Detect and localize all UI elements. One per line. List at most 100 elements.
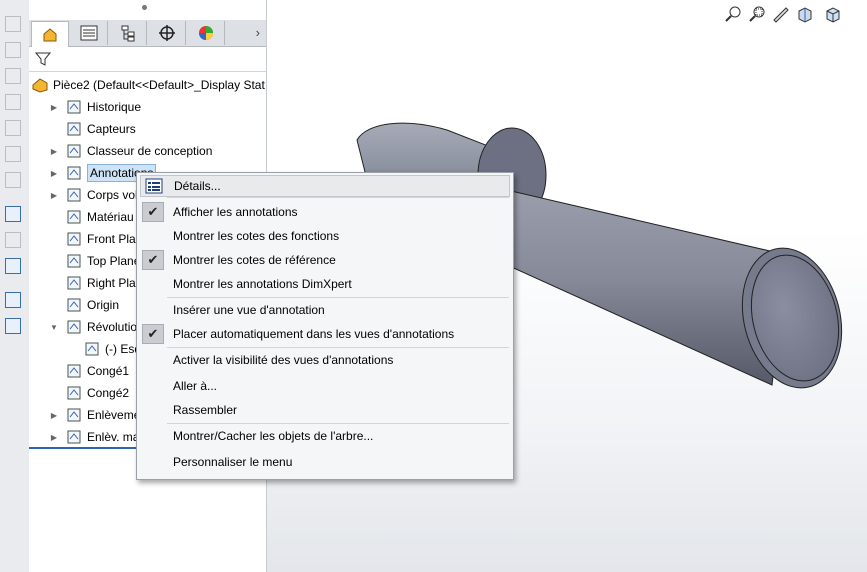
checkmark-icon: ✔ bbox=[142, 202, 164, 222]
menu-item-check: ✔ bbox=[141, 249, 165, 271]
view-icon[interactable] bbox=[5, 68, 21, 84]
context-menu: Détails... ✔ Afficher les annotations Montr… bbox=[136, 172, 514, 480]
fillet-icon bbox=[65, 385, 83, 401]
tree-item[interactable]: Capteurs bbox=[49, 118, 136, 140]
expand-arrow-icon[interactable]: ▶ bbox=[49, 191, 59, 200]
copy-icon[interactable] bbox=[5, 292, 21, 308]
view-icon[interactable] bbox=[5, 172, 21, 188]
expand-arrow-icon[interactable]: ▶ bbox=[49, 147, 59, 156]
menu-separator bbox=[167, 297, 509, 298]
menu-item-icon-slot bbox=[141, 425, 165, 447]
tree-item[interactable]: Matériau < bbox=[49, 206, 144, 228]
tree-item-label: Classeur de conception bbox=[87, 144, 213, 158]
tree-item-label: Top Plane bbox=[87, 254, 141, 268]
tree-item-label: Congé2 bbox=[87, 386, 130, 400]
expand-arrow-icon[interactable]: ▶ bbox=[49, 433, 59, 442]
menu-item[interactable]: Détails... bbox=[140, 175, 510, 197]
menu-item-label: Insérer une vue d'annotation bbox=[173, 303, 325, 317]
menu-item[interactable]: Aller à... bbox=[140, 375, 510, 397]
menu-item[interactable]: Montrer les annotations DimXpert bbox=[140, 273, 510, 295]
display-icon[interactable] bbox=[5, 258, 21, 274]
checkmark-icon: ✔ bbox=[142, 324, 164, 344]
menu-item-icon-slot bbox=[141, 299, 165, 321]
tree-root-part[interactable]: Pièce2 (Default<<Default>_Display Stat bbox=[31, 74, 265, 96]
filter-icon bbox=[35, 52, 51, 66]
cut-icon bbox=[65, 429, 83, 445]
tree-filter[interactable] bbox=[29, 47, 266, 72]
material-icon bbox=[65, 209, 83, 225]
origin-icon bbox=[65, 297, 83, 313]
view-icon[interactable] bbox=[5, 94, 21, 110]
tree-item[interactable]: ▶ Classeur de conception bbox=[49, 140, 213, 162]
tree-item[interactable]: Right Plane bbox=[49, 272, 149, 294]
annotation-icon bbox=[65, 165, 83, 181]
menu-item-check: ✔ bbox=[141, 201, 165, 223]
tab-featuremanager[interactable] bbox=[31, 21, 69, 47]
displaymanager-icon bbox=[198, 26, 213, 40]
menu-item[interactable]: ✔ Placer automatiquement dans les vues d'… bbox=[140, 323, 510, 345]
view-icon[interactable] bbox=[5, 16, 21, 32]
tree-item[interactable]: Congé2 bbox=[49, 382, 129, 404]
sketch-icon bbox=[83, 341, 101, 357]
menu-item-label: Montrer les cotes des fonctions bbox=[173, 229, 340, 243]
expand-arrow-icon[interactable]: ▶ bbox=[49, 103, 59, 112]
tab-displaymanager[interactable] bbox=[187, 21, 225, 45]
menu-item[interactable]: ✔ Montrer les cotes de référence bbox=[140, 249, 510, 271]
menu-item[interactable]: Montrer/Cacher les objets de l'arbre... bbox=[140, 425, 510, 447]
menu-item-label: Activer la visibilité des vues d'annotat… bbox=[173, 353, 394, 367]
select-icon[interactable] bbox=[5, 206, 21, 222]
view-icon[interactable] bbox=[5, 42, 21, 58]
tool-icon[interactable] bbox=[5, 232, 21, 248]
expand-arrow-icon[interactable]: ▼ bbox=[49, 323, 59, 332]
details-icon bbox=[142, 175, 166, 197]
menu-item-icon-slot bbox=[141, 273, 165, 295]
tabs-scroll-right-icon[interactable]: › bbox=[256, 25, 260, 40]
panel-tabs: › bbox=[29, 20, 266, 47]
view-icon[interactable] bbox=[5, 120, 21, 136]
menu-item[interactable]: ✔ Afficher les annotations bbox=[140, 201, 510, 223]
checkmark-icon: ✔ bbox=[142, 250, 164, 270]
tree-item[interactable]: Front Plane bbox=[49, 228, 149, 250]
menu-item-label: Montrer les annotations DimXpert bbox=[173, 277, 352, 291]
binder-icon bbox=[65, 143, 83, 159]
menu-item[interactable]: Rassembler bbox=[140, 399, 510, 421]
tree-item[interactable]: Origin bbox=[49, 294, 119, 316]
menu-item-icon-slot bbox=[141, 451, 165, 473]
solid-bodies-icon bbox=[65, 187, 83, 203]
plane-icon bbox=[65, 253, 83, 269]
menu-item[interactable]: Personnaliser le menu bbox=[140, 451, 510, 473]
tree-item-label: Capteurs bbox=[87, 122, 136, 136]
part-icon bbox=[31, 77, 49, 93]
propertymanager-icon bbox=[80, 25, 97, 41]
menu-item-icon-slot bbox=[141, 399, 165, 421]
menu-item-label: Montrer/Cacher les objets de l'arbre... bbox=[173, 429, 374, 443]
left-toolbar bbox=[0, 0, 30, 572]
menu-item-icon-slot bbox=[141, 375, 165, 397]
tab-configurationmanager[interactable] bbox=[109, 21, 147, 45]
view-icon[interactable] bbox=[5, 146, 21, 162]
tree-root-label: Pièce2 (Default<<Default>_Display Stat bbox=[53, 78, 265, 92]
plane-icon bbox=[65, 275, 83, 291]
menu-item-check: ✔ bbox=[141, 323, 165, 345]
menu-item[interactable]: Insérer une vue d'annotation bbox=[140, 299, 510, 321]
tree-item[interactable]: Top Plane bbox=[49, 250, 140, 272]
menu-item-label: Aller à... bbox=[173, 379, 218, 393]
tree-item-label: Congé1 bbox=[87, 364, 130, 378]
history-icon bbox=[65, 99, 83, 115]
sensor-icon bbox=[65, 121, 83, 137]
menu-item[interactable]: Activer la visibilité des vues d'annotat… bbox=[140, 349, 510, 371]
panel-grip[interactable] bbox=[142, 5, 147, 10]
tree-item[interactable]: ▶ Enlèv. mat. bbox=[49, 426, 146, 448]
menu-separator bbox=[167, 423, 509, 424]
tab-propertymanager[interactable] bbox=[70, 21, 108, 45]
menu-item[interactable]: Montrer les cotes des fonctions bbox=[140, 225, 510, 247]
expand-arrow-icon[interactable]: ▶ bbox=[49, 411, 59, 420]
tab-dimxpert[interactable] bbox=[148, 21, 186, 45]
paste-icon[interactable] bbox=[5, 318, 21, 334]
menu-item-label: Montrer les cotes de référence bbox=[173, 253, 336, 267]
expand-arrow-icon[interactable]: ▶ bbox=[49, 169, 59, 178]
cut-icon bbox=[65, 407, 83, 423]
rollback-bar[interactable] bbox=[29, 447, 136, 449]
tree-item[interactable]: ▶ Historique bbox=[49, 96, 141, 118]
tree-item[interactable]: Congé1 bbox=[49, 360, 129, 382]
